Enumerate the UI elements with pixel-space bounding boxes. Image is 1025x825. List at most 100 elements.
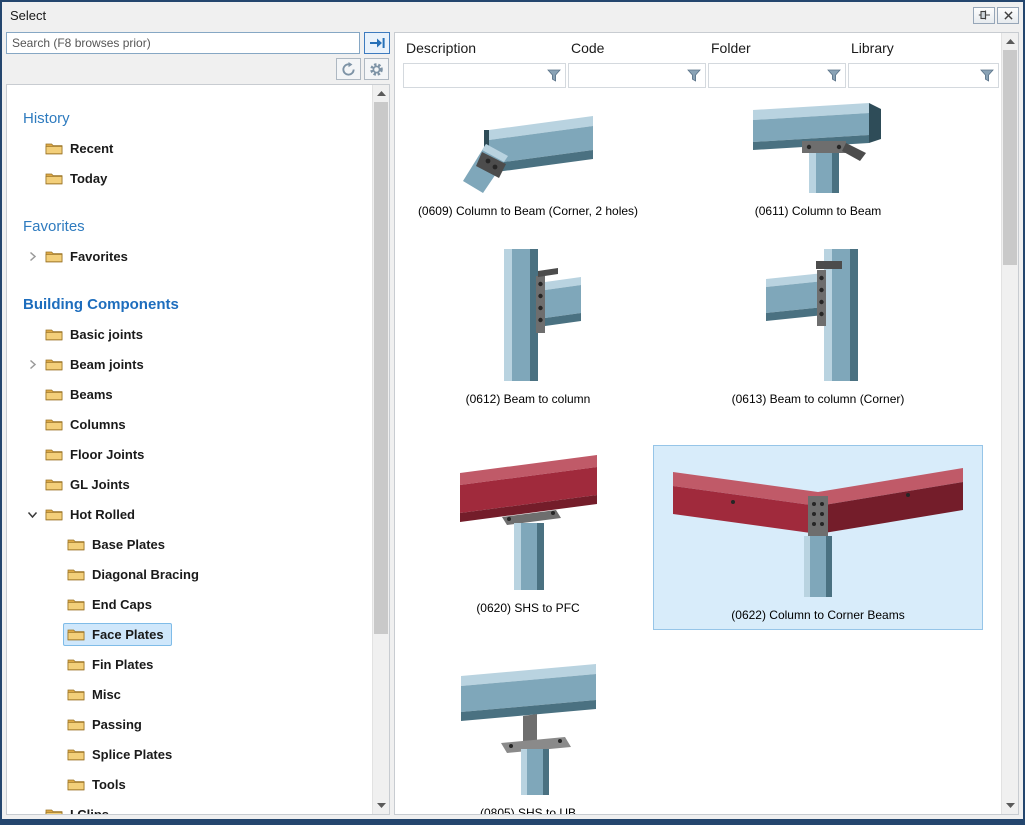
scroll-down-icon[interactable] (1002, 797, 1018, 814)
tree-node: End Caps (63, 593, 160, 616)
column-header-folder[interactable]: Folder (708, 38, 848, 63)
tree-item-label: I Clips (70, 807, 109, 815)
component-caption: (0622) Column to Corner Beams (731, 608, 904, 623)
tree-node: Hot Rolled (41, 503, 143, 526)
folder-icon (67, 777, 85, 791)
folder-icon (45, 507, 63, 521)
select-window: Select (0, 0, 1025, 825)
component-item-0622[interactable]: (0622) Column to Corner Beams (653, 445, 983, 630)
tree-node: Favorites (41, 245, 136, 268)
component-item-0613[interactable]: (0613) Beam to column (Corner) (653, 247, 983, 409)
tree-node: Floor Joints (41, 443, 152, 466)
tree-folder-misc[interactable]: Misc (15, 679, 372, 709)
expander[interactable] (23, 251, 41, 262)
tree-folder-favorites[interactable]: Favorites (15, 241, 372, 271)
tree-section-history[interactable]: History (23, 103, 372, 133)
search-input[interactable] (6, 32, 360, 54)
tree-item-label: Favorites (70, 249, 128, 264)
tree-node: GL Joints (41, 473, 138, 496)
tree-folder-i-clips[interactable]: I Clips (15, 799, 372, 814)
expander[interactable] (23, 509, 41, 520)
folder-icon (45, 387, 63, 401)
tree-item-label: Beams (70, 387, 113, 402)
filter-cell-code[interactable] (568, 63, 706, 88)
right-scrollbar[interactable] (1001, 33, 1018, 814)
close-button[interactable] (997, 7, 1019, 24)
scroll-up-icon[interactable] (1002, 33, 1018, 50)
tree-folder-splice-plates[interactable]: Splice Plates (15, 739, 372, 769)
filter-cell-folder[interactable] (708, 63, 846, 88)
tree-folder-end-caps[interactable]: End Caps (15, 589, 372, 619)
tree-folder-beam-joints[interactable]: Beam joints (15, 349, 372, 379)
folder-icon (67, 717, 85, 731)
tree-folder-today[interactable]: Today (15, 163, 372, 193)
search-go-icon (369, 37, 385, 49)
tree-node: Tools (63, 773, 134, 796)
tree-folder-tools[interactable]: Tools (15, 769, 372, 799)
component-item-0805[interactable]: (0805) SHS to UB (403, 656, 653, 814)
tree-folder-face-plates[interactable]: Face Plates (15, 619, 372, 649)
filter-funnel-icon (827, 69, 841, 82)
settings-button[interactable] (364, 58, 389, 80)
filter-cell-library[interactable] (848, 63, 999, 88)
chevron-down-icon[interactable] (27, 509, 38, 520)
column-header-code[interactable]: Code (568, 38, 708, 63)
tree-folder-recent[interactable]: Recent (15, 133, 372, 163)
component-item-0611[interactable]: (0611) Column to Beam (653, 96, 983, 221)
tree-section-favorites[interactable]: Favorites (23, 211, 372, 241)
component-caption: (0620) SHS to PFC (476, 601, 579, 616)
tree-folder-columns[interactable]: Columns (15, 409, 372, 439)
tree-section-building-components[interactable]: Building Components (23, 289, 372, 319)
refresh-icon (341, 62, 356, 77)
tree-section-label: History (23, 110, 70, 127)
tree-folder-passing[interactable]: Passing (15, 709, 372, 739)
tree-section-label: Building Components (23, 296, 179, 313)
expander[interactable] (23, 359, 41, 370)
folder-icon (67, 567, 85, 581)
tree-folder-floor-joints[interactable]: Floor Joints (15, 439, 372, 469)
scroll-up-icon[interactable] (373, 85, 389, 102)
column-header-library[interactable]: Library (848, 38, 1001, 63)
folder-icon (45, 171, 63, 185)
search-go-button[interactable] (364, 32, 390, 54)
folder-icon (45, 417, 63, 431)
component-thumbnail (460, 447, 597, 595)
column-header-description[interactable]: Description (403, 38, 568, 63)
titlebar[interactable]: Select (2, 2, 1023, 28)
tree-item-label: GL Joints (70, 477, 130, 492)
component-item-0620[interactable]: (0620) SHS to PFC (403, 445, 653, 618)
tree-node: Base Plates (63, 533, 173, 556)
component-thumbnail (463, 98, 593, 198)
component-item-0612[interactable]: (0612) Beam to column (403, 247, 653, 409)
column-headers: Description Code (403, 38, 1001, 88)
component-thumbnail (461, 658, 596, 800)
folder-tree: History RecentToday Favorites Favorites Buil… (7, 85, 372, 814)
tree-item-label: Base Plates (92, 537, 165, 552)
tree-node: Misc (63, 683, 129, 706)
tree-folder-diagonal-bracing[interactable]: Diagonal Bracing (15, 559, 372, 589)
component-item-0609[interactable]: (0609) Column to Beam (Corner, 2 holes) (403, 96, 653, 221)
tree-item-label: Beam joints (70, 357, 144, 372)
chevron-right-icon[interactable] (27, 359, 38, 370)
folder-icon (45, 477, 63, 491)
scroll-down-icon[interactable] (373, 797, 389, 814)
tree-folder-basic-joints[interactable]: Basic joints (15, 319, 372, 349)
tree-folder-gl-joints[interactable]: GL Joints (15, 469, 372, 499)
chevron-right-icon[interactable] (27, 251, 38, 262)
tools-row (6, 58, 390, 80)
left-scrollbar-thumb[interactable] (374, 102, 388, 634)
right-scrollbar-thumb[interactable] (1003, 50, 1017, 265)
tree-folder-base-plates[interactable]: Base Plates (15, 529, 372, 559)
search-row (6, 32, 390, 54)
refresh-button[interactable] (336, 58, 361, 80)
folder-icon (45, 357, 63, 371)
component-list: Description Code (395, 33, 1001, 814)
tree-folder-hot-rolled[interactable]: Hot Rolled (15, 499, 372, 529)
folder-icon (45, 807, 63, 814)
tree-node: I Clips (41, 803, 117, 815)
tree-folder-fin-plates[interactable]: Fin Plates (15, 649, 372, 679)
pin-button[interactable] (973, 7, 995, 24)
left-scrollbar[interactable] (372, 85, 389, 814)
filter-cell-description[interactable] (403, 63, 566, 88)
tree-folder-beams[interactable]: Beams (15, 379, 372, 409)
